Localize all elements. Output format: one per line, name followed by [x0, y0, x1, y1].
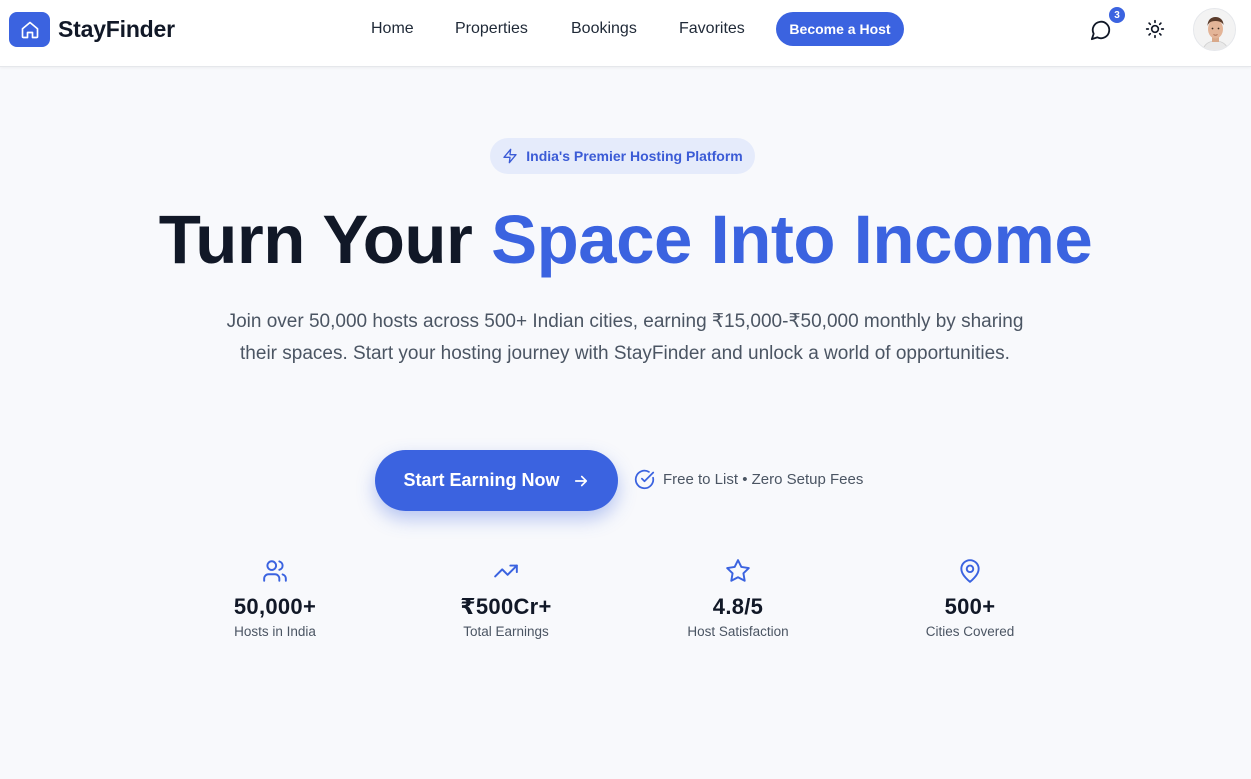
stat-label: Cities Covered — [925, 624, 1015, 639]
users-icon — [263, 560, 287, 582]
free-listing-note: Free to List • Zero Setup Fees — [634, 469, 863, 490]
stat-hosts: 50,000+ Hosts in India — [175, 558, 375, 639]
hero-badge: India's Premier Hosting Platform — [490, 138, 755, 174]
free-listing-text: Free to List • Zero Setup Fees — [663, 471, 864, 488]
start-earning-button[interactable]: Start Earning Now — [375, 450, 618, 511]
nav-bookings[interactable]: Bookings — [571, 20, 637, 38]
nav-home[interactable]: Home — [371, 20, 414, 38]
stat-label: Host Satisfaction — [687, 624, 789, 639]
sun-icon[interactable] — [1143, 17, 1167, 41]
circle-check-icon — [634, 469, 655, 490]
start-earning-label: Start Earning Now — [403, 470, 560, 490]
home-icon[interactable] — [9, 12, 50, 47]
hero-headline: Turn Your Space Into Income — [0, 196, 1251, 284]
arrow-right-icon — [574, 475, 587, 486]
messages-badge: 3 — [1109, 7, 1125, 23]
star-icon — [726, 559, 750, 582]
map-pin-icon — [960, 559, 980, 583]
hero-subtext: Join over 50,000 hosts across 500+ India… — [226, 311, 1024, 364]
headline-part-accent: Space Into Income — [491, 201, 1093, 278]
zap-icon — [503, 148, 517, 164]
stat-value: 4.8/5 — [712, 594, 764, 619]
stat-satisfaction: 4.8/5 Host Satisfaction — [638, 558, 838, 639]
nav-properties[interactable]: Properties — [455, 20, 528, 38]
stat-label: Hosts in India — [234, 624, 316, 639]
nav-favorites[interactable]: Favorites — [679, 20, 745, 38]
stat-cities: 500+ Cities Covered — [870, 558, 1070, 639]
stat-value: 500+ — [944, 594, 996, 619]
stat-value: ₹500Cr+ — [460, 594, 552, 619]
user-avatar[interactable] — [1193, 8, 1236, 51]
top-navbar: StayFinder Home Properties Bookings Favo… — [0, 0, 1251, 67]
brand-name[interactable]: StayFinder — [58, 16, 175, 43]
hero-badge-label: India's Premier Hosting Platform — [526, 148, 743, 164]
stat-label: Total Earnings — [463, 624, 549, 639]
headline-part-dark: Turn Your — [158, 201, 492, 278]
trending-up-icon — [494, 564, 518, 578]
message-circle-icon[interactable] — [1088, 17, 1114, 43]
stat-earnings: ₹500Cr+ Total Earnings — [406, 558, 606, 639]
become-host-button[interactable]: Become a Host — [776, 12, 904, 46]
stat-value: 50,000+ — [233, 594, 317, 619]
